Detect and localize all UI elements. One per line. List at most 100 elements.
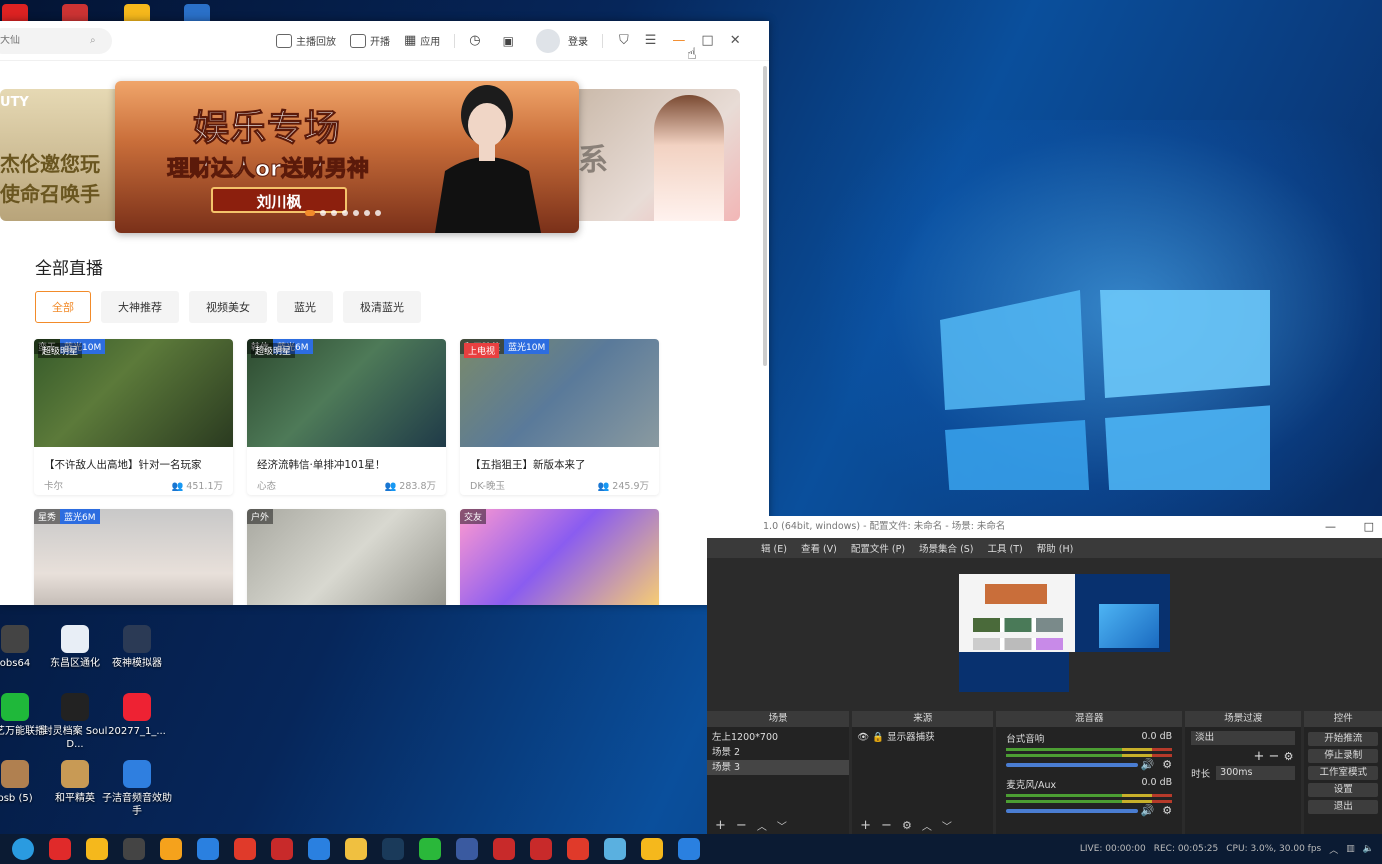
search-icon[interactable]: ⌕ [90, 35, 96, 46]
carousel-dot[interactable] [375, 210, 381, 216]
calendar-button[interactable]: ▣ [503, 34, 514, 48]
taskbar-app-icon[interactable] [604, 838, 626, 860]
volume-slider[interactable] [1006, 809, 1139, 813]
taskbar-app-icon[interactable] [382, 838, 404, 860]
scene-item[interactable]: 场景 3 [707, 760, 850, 775]
live-thumbnail[interactable]: 超级明星 韩信 蓝光6M [247, 339, 446, 447]
obs-control-button[interactable]: 停止录制 [1308, 749, 1378, 763]
obs-control-button[interactable]: 设置 [1308, 783, 1378, 797]
live-thumbnail[interactable]: 超级明星 蛮王 蓝光10M [34, 339, 233, 447]
filter-chip[interactable]: 大神推荐 [101, 291, 179, 323]
obs-menu-item[interactable]: 辑 (E) [761, 541, 787, 555]
avatar[interactable] [535, 28, 560, 53]
taskbar-app-icon[interactable] [197, 838, 219, 860]
remove-transition-icon[interactable]: − [1269, 749, 1280, 764]
maximize-icon[interactable]: □ [701, 33, 713, 48]
start-search-icon[interactable] [12, 838, 34, 860]
obs-menu-item[interactable]: 配置文件 (P) [851, 541, 905, 555]
desktop-icon[interactable]: 20277_1_... [100, 693, 174, 738]
carousel-dot[interactable] [320, 210, 326, 216]
scene-item[interactable]: 左上1200*700 [707, 730, 849, 745]
taskbar-app-icon[interactable] [308, 838, 330, 860]
taskbar-app-icon[interactable] [271, 838, 293, 860]
banner-side-right[interactable]: 系 [570, 89, 740, 221]
live-thumbnail[interactable]: 户外 [247, 509, 446, 605]
scene-down-icon[interactable]: ﹀ [777, 818, 787, 833]
tray-up-icon[interactable]: ︿ [1329, 843, 1338, 856]
source-up-icon[interactable]: ︿ [922, 818, 932, 833]
desktop-icon[interactable]: 夜神模拟器 [100, 625, 174, 670]
duration-input[interactable]: 300ms [1216, 766, 1296, 780]
apps-button[interactable]: ▦ 应用 [404, 33, 440, 48]
taskbar-app-icon[interactable] [530, 838, 552, 860]
scene-item[interactable]: 场景 2 [707, 745, 849, 760]
taskbar-app-icon[interactable] [86, 838, 108, 860]
transition-settings-icon[interactable]: ⚙ [1284, 750, 1294, 763]
mute-icon[interactable]: 🔊 [1140, 758, 1154, 771]
taskbar-app-icon[interactable] [49, 838, 71, 860]
live-card[interactable]: 超级明星 韩信 蓝光6M 经济流韩信·单排冲101星！ 心态 👥 283.8万 [247, 339, 446, 495]
taskbar-app-icon[interactable] [678, 838, 700, 860]
channel-settings-icon[interactable]: ⚙ [1162, 804, 1172, 817]
card-title[interactable]: 【不许敌人出高地】针对一名玩家 [34, 447, 233, 472]
scene-up-icon[interactable]: ︿ [757, 818, 767, 833]
carousel-dot[interactable] [353, 210, 359, 216]
live-card[interactable]: 上电视和平精英蓝光10M【五指狙王】新版本来了 DK-晚玉 👥 245.9万 [460, 339, 659, 495]
volume-slider[interactable] [1006, 763, 1139, 767]
filter-chip[interactable]: 蓝光 [277, 291, 333, 323]
source-down-icon[interactable]: ﹀ [942, 818, 952, 833]
obs-control-button[interactable]: 工作室模式 [1308, 766, 1378, 780]
banner-main-slide[interactable]: 娱乐专场 理财达人or送财男神 刘川枫 [115, 81, 579, 233]
add-source-icon[interactable]: + [860, 818, 871, 833]
streamer-name[interactable]: DK-晚玉 [470, 478, 505, 492]
add-scene-icon[interactable]: + [715, 818, 726, 833]
remove-scene-icon[interactable]: − [736, 818, 747, 833]
obs-menu-item[interactable]: 查看 (V) [801, 541, 837, 555]
obs-preview[interactable] [959, 574, 1170, 692]
skin-icon[interactable]: ⛉ [619, 33, 629, 48]
taskbar-app-icon[interactable] [345, 838, 367, 860]
streamer-name[interactable]: 心态 [257, 478, 276, 492]
volume-icon[interactable]: 🔈 [1363, 844, 1374, 854]
minimize-icon[interactable]: — [672, 33, 685, 48]
desktop-icon[interactable]: 子洁音频音效助手 [100, 760, 174, 818]
taskbar-app-icon[interactable] [160, 838, 182, 860]
channel-settings-icon[interactable]: ⚙ [1162, 758, 1172, 771]
live-card[interactable]: 交友 [460, 509, 659, 605]
obs-menu-item[interactable]: 场景集合 (S) [919, 541, 973, 555]
live-card[interactable]: 超级明星 蛮王 蓝光10M 【不许敌人出高地】针对一名玩家 卡尔 👥 451.1万 [34, 339, 233, 495]
taskbar-app-icon[interactable] [567, 838, 589, 860]
live-thumbnail[interactable]: 上电视和平精英蓝光10M [460, 339, 659, 447]
obs-control-button[interactable]: 退出 [1308, 800, 1378, 814]
live-thumbnail[interactable]: 星秀 蓝光6M [34, 509, 233, 605]
filter-chip[interactable]: 极清蓝光 [343, 291, 421, 323]
close-icon[interactable]: ✕ [730, 33, 741, 48]
carousel-dot[interactable] [342, 210, 348, 216]
network-icon[interactable]: ▥ [1346, 844, 1355, 854]
replay-button[interactable]: 主播回放 [276, 33, 336, 48]
filter-chip[interactable]: 视频美女 [189, 291, 267, 323]
obs-menu-item[interactable]: 工具 (T) [988, 541, 1023, 555]
history-button[interactable]: ◷ [469, 33, 480, 48]
taskbar-app-icon[interactable] [419, 838, 441, 860]
live-card[interactable]: 户外 [247, 509, 446, 605]
filter-chip[interactable]: 全部 [35, 291, 91, 323]
carousel-dot[interactable] [305, 210, 315, 216]
mute-icon[interactable]: 🔊 [1140, 804, 1154, 817]
lock-icon[interactable]: 🔒 [872, 732, 887, 743]
source-item[interactable]: 👁 🔒 显示器捕获 [852, 730, 993, 745]
banner-carousel[interactable]: UTY 杰伦邀您玩 使命召唤手 系 娱乐专场 理财达人or送财男神 刘川枫 [0, 81, 740, 233]
carousel-dots[interactable] [305, 210, 381, 216]
login-button[interactable]: 登录 [568, 33, 588, 48]
search-box[interactable]: ⌕ [0, 27, 112, 54]
search-input[interactable] [0, 35, 90, 46]
live-thumbnail[interactable]: 交友 [460, 509, 659, 605]
source-settings-icon[interactable]: ⚙ [902, 819, 912, 832]
card-title[interactable]: 经济流韩信·单排冲101星！ [247, 447, 446, 472]
obs-control-button[interactable]: 开始推流 [1308, 732, 1378, 746]
scrollbar[interactable] [763, 66, 767, 366]
obs-maximize-icon[interactable]: □ [1364, 516, 1374, 538]
taskbar-app-icon[interactable] [456, 838, 478, 860]
card-title[interactable]: 【五指狙王】新版本来了 [460, 447, 659, 472]
eye-icon[interactable]: 👁 [857, 732, 872, 743]
